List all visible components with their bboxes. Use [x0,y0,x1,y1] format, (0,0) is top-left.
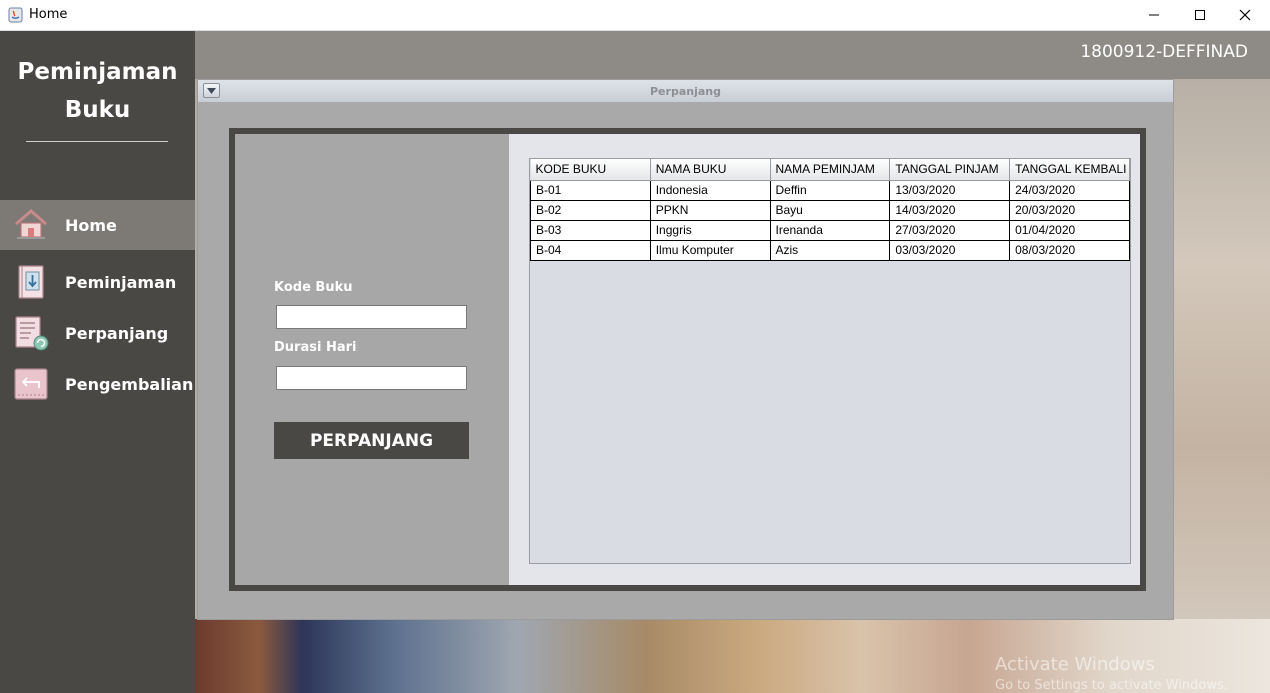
sidebar-divider [26,141,168,142]
table-cell: Irenanda [770,220,891,241]
column-header[interactable]: NAMA BUKU [650,159,771,181]
sidebar-item-label: Pengembalian [65,374,194,394]
sidebar-item-label: Peminjaman [65,272,177,292]
sidebar: Peminjaman Buku Home Peminjaman Perpanja… [0,31,195,693]
table-row[interactable]: B-04 Ilmu Komputer Azis 03/03/2020 08/03… [530,240,1130,261]
java-icon [8,7,23,23]
window-title: Home [29,7,68,22]
column-header[interactable]: TANGGAL PINJAM [889,159,1011,181]
internal-frame-titlebar[interactable]: Perpanjang [198,80,1173,102]
brand-line-2: Buku [64,97,131,123]
house-icon [13,207,49,243]
table-row[interactable]: B-01 Indonesia Deffin 13/03/2020 24/03/2… [530,180,1130,201]
table-cell: Azis [770,240,891,261]
column-header[interactable]: KODE BUKU [530,159,651,181]
durasi-hari-input[interactable] [276,366,467,390]
table-row[interactable]: B-03 Inggris Irenanda 27/03/2020 01/04/2… [530,220,1130,241]
download-book-icon [13,264,49,300]
user-id-label: 1800912-DEFFINAD [1080,42,1248,62]
minimize-icon [1149,14,1159,16]
app-brand: Peminjaman Buku [0,53,195,129]
table-cell: B-04 [530,240,651,261]
table-cell: 03/03/2020 [889,240,1011,261]
table-cell: Bayu [770,200,891,221]
loans-table: KODE BUKU NAMA BUKU NAMA PEMINJAM TANGGA… [530,159,1130,261]
sidebar-item-label: Perpanjang [65,323,169,343]
table-cell: 20/03/2020 [1009,200,1130,221]
maximize-button[interactable] [1177,0,1223,30]
return-arrow-icon [13,366,49,402]
sidebar-item-peminjaman[interactable]: Peminjaman [0,257,195,307]
sidebar-item-pengembalian[interactable]: Pengembalian [0,359,195,409]
table-cell: B-02 [530,200,651,221]
close-icon [1239,9,1251,21]
background-photo [1173,79,1270,693]
renew-document-icon [13,315,49,351]
kode-buku-input[interactable] [276,305,467,329]
table-cell: 24/03/2020 [1009,180,1130,201]
table-panel: KODE BUKU NAMA BUKU NAMA PEMINJAM TANGGA… [509,134,1140,585]
column-header[interactable]: NAMA PEMINJAM [770,159,891,181]
perpanjang-button[interactable]: PERPANJANG [274,422,469,459]
table-header-row: KODE BUKU NAMA BUKU NAMA PEMINJAM TANGGA… [530,159,1130,181]
sidebar-item-home[interactable]: Home [0,200,195,250]
activation-watermark-title: Activate Windows [995,654,1155,675]
brand-line-1: Peminjaman [17,59,178,85]
table-cell: 14/03/2020 [889,200,1011,221]
internal-frame-perpanjang: Perpanjang Kode Buku Durasi Hari PERPANJ… [197,79,1174,620]
table-cell: 27/03/2020 [889,220,1011,241]
table-cell: Ilmu Komputer [650,240,771,261]
table-cell: 13/03/2020 [889,180,1011,201]
minimize-button[interactable] [1131,0,1177,30]
table-cell: B-03 [530,220,651,241]
table-row[interactable]: B-02 PPKN Bayu 14/03/2020 20/03/2020 [530,200,1130,221]
maximize-icon [1195,10,1205,20]
activation-watermark-text: Go to Settings to activate Windows. [995,678,1228,693]
table-cell: 01/04/2020 [1009,220,1130,241]
table-cell: PPKN [650,200,771,221]
header-band: 1800912-DEFFINAD [195,31,1270,79]
loans-table-scrollpane[interactable]: KODE BUKU NAMA BUKU NAMA PEMINJAM TANGGA… [529,158,1131,564]
column-header[interactable]: TANGGAL KEMBALI [1009,159,1130,181]
close-button[interactable] [1222,0,1268,30]
kode-buku-label: Kode Buku [274,280,353,295]
table-cell: Deffin [770,180,891,201]
durasi-hari-label: Durasi Hari [274,340,357,355]
table-cell: 08/03/2020 [1009,240,1130,261]
window-titlebar: Home [0,0,1270,31]
table-cell: B-01 [530,180,651,201]
table-cell: Indonesia [650,180,771,201]
table-cell: Inggris [650,220,771,241]
internal-frame-title: Perpanjang [650,85,721,98]
content-panel: Kode Buku Durasi Hari PERPANJANG KODE BU… [229,128,1146,591]
sidebar-item-label: Home [65,215,117,235]
sidebar-item-perpanjang[interactable]: Perpanjang [0,308,195,358]
form-panel: Kode Buku Durasi Hari PERPANJANG [235,134,509,585]
